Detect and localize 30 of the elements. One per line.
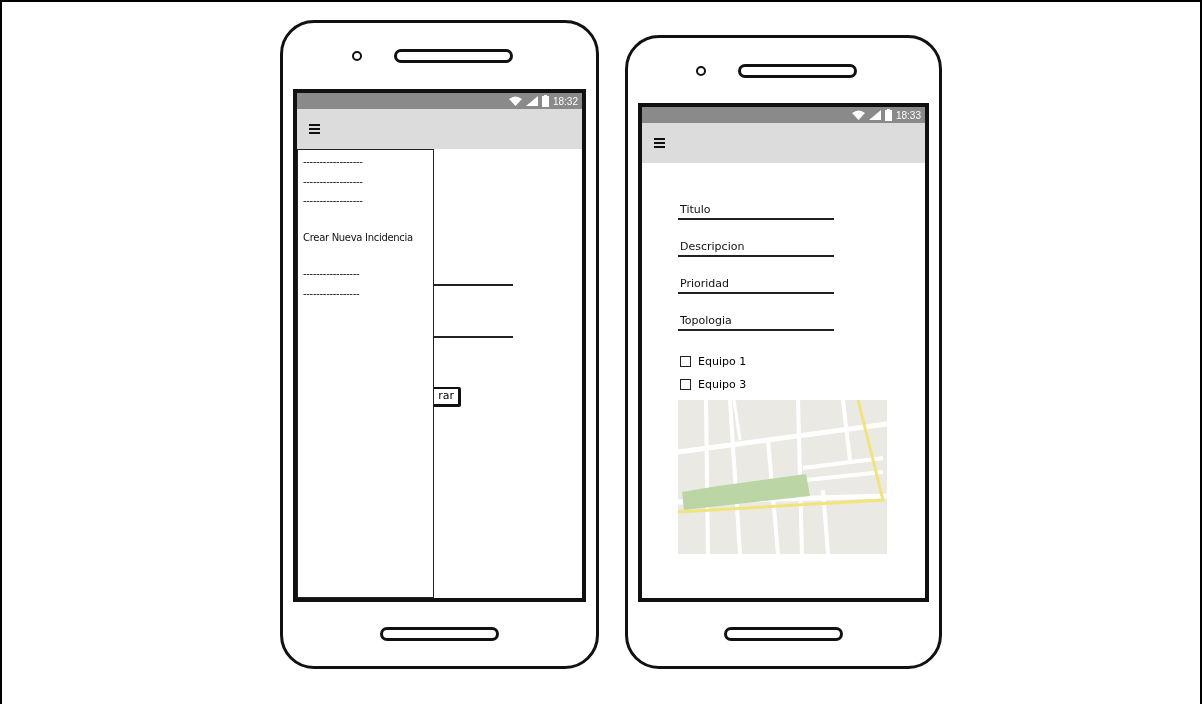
drawer-item[interactable]: Crear Nueva Incidencia (303, 227, 433, 247)
camera-icon (352, 51, 362, 61)
home-bar[interactable] (724, 627, 843, 641)
drawer-item[interactable]: ----------------- (303, 283, 433, 303)
battery-icon (541, 95, 549, 107)
checkbox[interactable] (680, 356, 691, 367)
speaker-icon (394, 49, 513, 63)
speaker-icon (738, 63, 857, 78)
status-time: 18:33 (895, 109, 921, 121)
input-field[interactable]: Descripcion (678, 236, 834, 257)
signal-icon (868, 110, 881, 120)
checkbox[interactable] (680, 379, 691, 390)
drawer-item[interactable]: ------------------ (303, 191, 433, 211)
drawer-item[interactable]: ------------------ (303, 152, 433, 172)
camera-icon (696, 65, 706, 76)
status-time: 18:32 (552, 95, 578, 107)
wifi-icon (851, 110, 865, 120)
home-bar[interactable] (380, 627, 499, 641)
checkbox-label: Equipo 1 (698, 355, 747, 368)
signal-icon (525, 96, 538, 106)
drawer-item[interactable]: ----------------- (303, 264, 433, 284)
input-field[interactable]: Prioridad (678, 273, 834, 294)
input-field[interactable]: Topologia (678, 310, 834, 331)
menu-icon[interactable] (309, 124, 320, 134)
battery-icon (884, 109, 892, 121)
wifi-icon (508, 96, 522, 106)
menu-icon[interactable] (654, 138, 665, 148)
input-field[interactable]: Titulo (678, 199, 834, 220)
drawer-item[interactable]: ------------------ (303, 171, 433, 191)
checkbox-label: Equipo 3 (698, 378, 747, 391)
